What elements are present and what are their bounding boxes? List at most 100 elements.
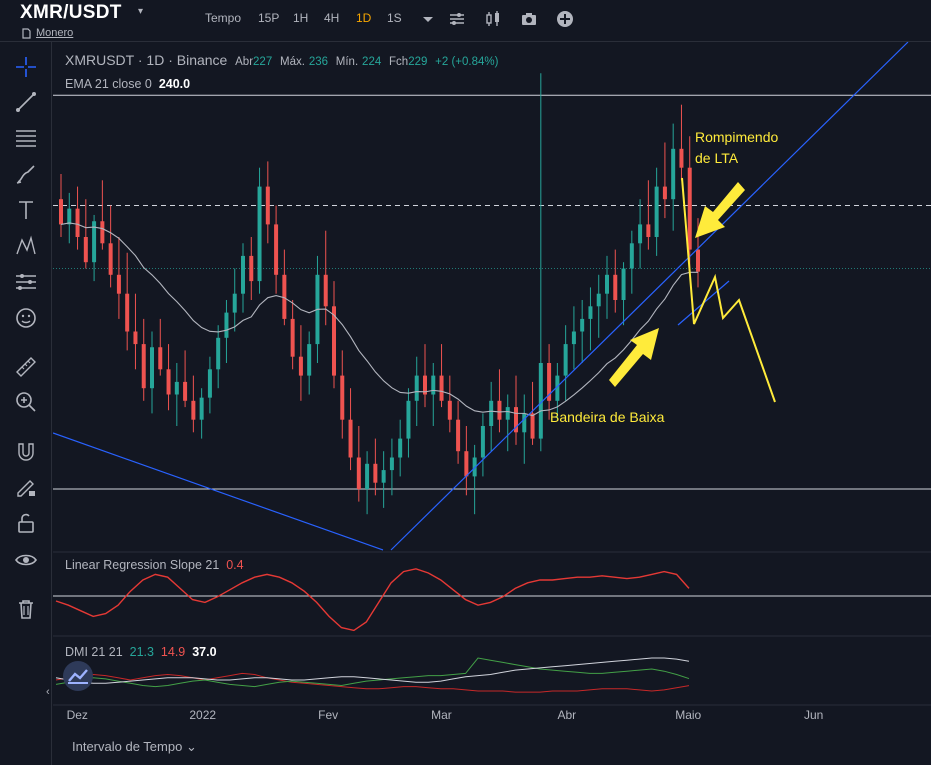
camera-icon[interactable]	[519, 9, 539, 29]
ruler-icon[interactable]	[14, 355, 38, 379]
candle-body	[158, 347, 163, 370]
candle-body	[257, 186, 262, 282]
candle-body	[431, 375, 436, 395]
lrs-line	[55, 568, 690, 632]
crosshair-icon[interactable]	[14, 55, 38, 79]
low-label: Mín.	[335, 56, 359, 68]
tradingview-logo-icon[interactable]	[63, 661, 93, 691]
interval-1d[interactable]: 1D	[356, 11, 371, 25]
candle-body	[141, 344, 146, 389]
candle-body	[439, 375, 444, 401]
candle-body	[605, 274, 609, 294]
eye-icon[interactable]	[14, 548, 38, 572]
candle-body	[83, 237, 88, 263]
candle-body	[522, 413, 527, 433]
symbol-caret-icon[interactable]: ▾	[138, 6, 143, 17]
magnet-icon[interactable]	[14, 440, 38, 464]
close-label: Fch	[389, 56, 409, 68]
candle-body	[480, 426, 485, 458]
open-value: 227	[253, 56, 273, 68]
candle-body	[224, 312, 229, 338]
dmi-legend[interactable]: DMI 21 21 21.3 14.9 37.0	[65, 645, 217, 659]
low-value: 224	[362, 56, 382, 68]
candle-body	[629, 243, 634, 269]
candle-body	[373, 463, 378, 483]
symbol-title[interactable]: XMR/USDT	[20, 2, 122, 24]
candle-body	[323, 274, 328, 307]
interval-dropdown-icon[interactable]	[418, 9, 438, 29]
tempo-button[interactable]: Tempo	[205, 11, 241, 25]
ema-line	[60, 222, 699, 417]
ohlc-legend: XMRUSDT · 1D · Binance Abr227 Máx. 236 M…	[65, 52, 498, 68]
candle-body	[265, 186, 270, 225]
measure-lines-icon[interactable]	[14, 270, 38, 294]
high-label: Máx.	[280, 56, 305, 68]
candle-body	[381, 470, 386, 483]
open-label: Abr	[235, 56, 254, 68]
zoom-in-icon[interactable]	[14, 390, 38, 414]
projection-zigzag	[681, 177, 776, 403]
candle-body	[241, 255, 245, 294]
scroll-left-icon[interactable]: ‹	[46, 686, 50, 698]
chart-style-icon[interactable]	[447, 9, 467, 29]
time-axis-label: Mar	[431, 708, 452, 722]
dmi-minus-line	[55, 672, 690, 693]
lrs-value: 0.4	[226, 558, 244, 572]
candle-body	[207, 369, 212, 398]
interval-1h[interactable]: 1H	[293, 11, 308, 25]
ticker-label: XMRUSDT · 1D · Binance	[65, 52, 228, 68]
pattern-icon[interactable]	[14, 234, 38, 258]
drawing-toolbar	[0, 42, 52, 765]
candle-body	[406, 400, 411, 439]
text-tool-icon[interactable]	[14, 198, 38, 222]
time-axis-label: Maio	[675, 708, 701, 722]
ema-legend[interactable]: EMA 21 close 0 240.0	[65, 77, 190, 91]
high-value: 236	[308, 56, 328, 68]
candles-icon[interactable]	[483, 9, 503, 29]
candle-body	[183, 381, 188, 401]
candle-body	[505, 407, 510, 420]
trash-icon[interactable]	[14, 597, 38, 621]
time-range-button[interactable]: Intervalo de Tempo ⌄	[72, 739, 197, 755]
candle-body	[249, 255, 254, 282]
lock-drawing-icon[interactable]	[14, 475, 38, 499]
candle-body	[174, 381, 179, 395]
candle-body	[671, 148, 676, 200]
candle-body	[687, 167, 692, 250]
document-icon	[22, 27, 31, 39]
candle-body	[596, 293, 601, 307]
trendline-icon[interactable]	[14, 90, 38, 114]
candle-body	[679, 148, 684, 168]
candle-body	[59, 199, 63, 225]
candle-body	[580, 318, 585, 332]
candle-body	[199, 397, 204, 420]
candle-body	[571, 331, 576, 345]
annotation-breakout-line1: Rompimendo	[695, 129, 778, 145]
dmi-plus-line	[55, 657, 690, 688]
add-indicator-icon[interactable]	[555, 9, 575, 29]
candle-body	[125, 293, 130, 332]
lock-icon[interactable]	[14, 511, 38, 535]
symbol-subname[interactable]: Monero	[22, 27, 73, 39]
candle-body	[166, 369, 171, 395]
candle-body	[274, 224, 279, 275]
dmi-adx-value: 37.0	[192, 645, 217, 659]
candle-body	[696, 249, 700, 272]
candle-body	[662, 186, 667, 200]
candle-body	[365, 463, 370, 489]
interval-1s[interactable]: 1S	[387, 11, 402, 25]
interval-4h[interactable]: 4H	[324, 11, 339, 25]
emoji-icon[interactable]	[14, 306, 38, 330]
candle-body	[150, 347, 154, 389]
candle-body	[497, 400, 502, 420]
candle-body	[298, 356, 303, 376]
candle-body	[530, 413, 535, 439]
fib-retracement-icon[interactable]	[14, 126, 38, 150]
candle-body	[216, 337, 221, 370]
brush-icon[interactable]	[14, 162, 38, 186]
candle-body	[563, 344, 568, 376]
time-axis-label: Abr	[558, 708, 577, 722]
chart-area[interactable]: Rompimendo de LTA Bandeira de Baixa Dez 2022…	[52, 41, 931, 765]
lrs-legend[interactable]: Linear Regression Slope 21 0.4	[65, 558, 244, 572]
interval-15p[interactable]: 15P	[258, 11, 279, 25]
